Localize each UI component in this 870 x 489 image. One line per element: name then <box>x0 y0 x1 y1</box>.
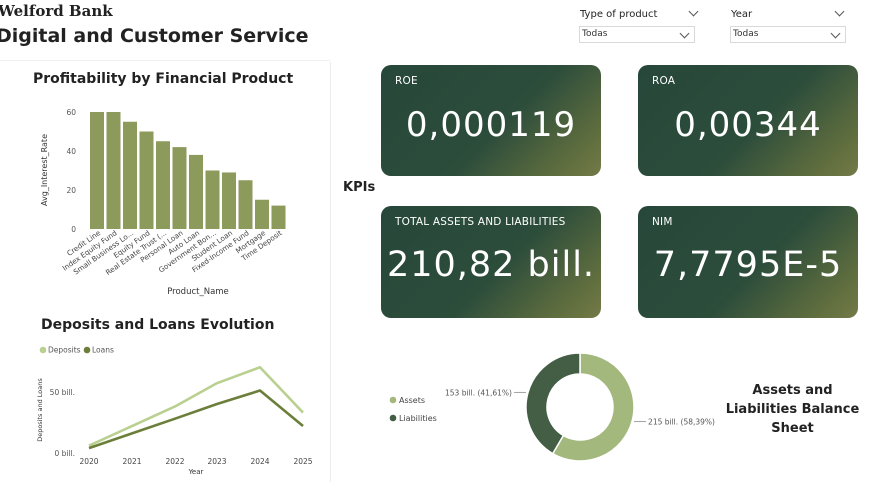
series-line[interactable] <box>88 365 304 447</box>
kpi-roa-value: 0,00344 <box>674 105 822 145</box>
slice-data-label: 153 bill. (41,61%) <box>445 388 512 397</box>
y-tick-label: 0 <box>71 225 76 234</box>
kpi-roa-label: ROA <box>652 75 676 87</box>
filter-product-type-select[interactable]: Todas <box>579 26 695 43</box>
bar[interactable] <box>255 199 269 229</box>
kpi-total-assets-liabilities-value: 210,82 bill. <box>386 245 596 285</box>
legend-label: Assets <box>399 396 425 405</box>
filter-label-year: Year <box>731 9 753 20</box>
bar[interactable] <box>90 112 104 229</box>
legend-marker <box>389 396 397 404</box>
kpi-total-assets-liabilities-label: TOTAL ASSETS AND LIABILITIES <box>395 216 566 228</box>
legend-label: Loans <box>92 346 114 355</box>
header-divider <box>0 60 330 61</box>
deposits-loans-line-chart: Deposits Loans 0 bill. 50 bill. 2020 2021 2022… <box>36 346 313 477</box>
y-axis-label: Deposits and Loans <box>36 378 44 442</box>
filter-year-value: Todas <box>733 29 759 39</box>
bar[interactable] <box>156 141 170 229</box>
legend-label: Deposits <box>48 346 81 355</box>
bar[interactable] <box>106 112 121 229</box>
assets-liabilities-donut-chart: Assets Liabilities 215 bill. (58,39%) 153 b… <box>389 352 715 462</box>
y-tick-label: 50 bill. <box>50 388 75 397</box>
legend-marker <box>83 346 91 354</box>
x-tick-label: 2022 <box>165 457 184 466</box>
profitability-bar-chart: 0204060Credit LineIndex Equity FundSmall… <box>40 108 286 297</box>
y-tick-label: 20 <box>66 186 76 195</box>
bar[interactable] <box>189 154 203 229</box>
x-tick-label: 2020 <box>79 457 98 466</box>
kpi-card-nim: NIM 7,7795E-5 <box>638 206 858 318</box>
legend-marker <box>39 346 47 354</box>
panel-divider <box>330 62 331 482</box>
kpi-nim-label: NIM <box>652 216 673 228</box>
deposits-loans-chart-title: Deposits and Loans Evolution <box>41 317 275 333</box>
bar[interactable] <box>139 131 154 230</box>
chevron-down-icon <box>830 28 841 39</box>
kpi-card-roa: ROA 0,00344 <box>638 65 858 176</box>
x-tick-label: 2021 <box>122 457 141 466</box>
kpi-card-roe: ROE 0,000119 <box>381 65 601 176</box>
series-line[interactable] <box>88 389 304 450</box>
page-title: Digital and Customer Service <box>0 25 309 47</box>
x-tick-label: 2023 <box>207 457 226 466</box>
kpi-card-total-assets-liabilities: TOTAL ASSETS AND LIABILITIES 210,82 bill… <box>381 206 601 318</box>
kpis-section-label: KPIs <box>343 180 376 195</box>
bar[interactable] <box>238 180 253 229</box>
x-tick-label: 2024 <box>250 457 269 466</box>
balance-chart-title: Assets and Liabilities Balance Sheet <box>725 383 860 436</box>
brand-name: Welford Bank <box>0 2 113 20</box>
bar[interactable] <box>123 121 137 229</box>
bar[interactable] <box>271 205 286 229</box>
kpi-nim-value: 7,7795E-5 <box>653 245 843 285</box>
legend-label: Liabilities <box>399 414 437 423</box>
kpi-roe-value: 0,000119 <box>405 105 577 145</box>
x-axis-label: Year <box>188 468 204 476</box>
filter-year-select[interactable]: Todas <box>730 26 846 43</box>
y-tick-label: 60 <box>66 108 76 117</box>
bar[interactable] <box>172 147 187 229</box>
profitability-chart-title: Profitability by Financial Product <box>33 71 294 87</box>
y-tick-label: 0 bill. <box>54 449 75 458</box>
kpi-roe-label: ROE <box>395 75 418 87</box>
legend-marker <box>389 414 397 422</box>
bar[interactable] <box>205 170 220 230</box>
slice-data-label: 215 bill. (58,39%) <box>648 418 715 427</box>
filter-product-type-value: Todas <box>582 29 608 39</box>
filter-label-product-type: Type of product <box>580 9 658 20</box>
y-tick-label: 40 <box>66 147 76 156</box>
chevron-down-icon <box>679 28 690 39</box>
bar[interactable] <box>222 172 236 229</box>
y-axis-label: Avg_Interest_Rate <box>40 134 49 206</box>
x-tick-label: 2025 <box>293 457 312 466</box>
x-axis-label: Product_Name <box>167 287 229 297</box>
